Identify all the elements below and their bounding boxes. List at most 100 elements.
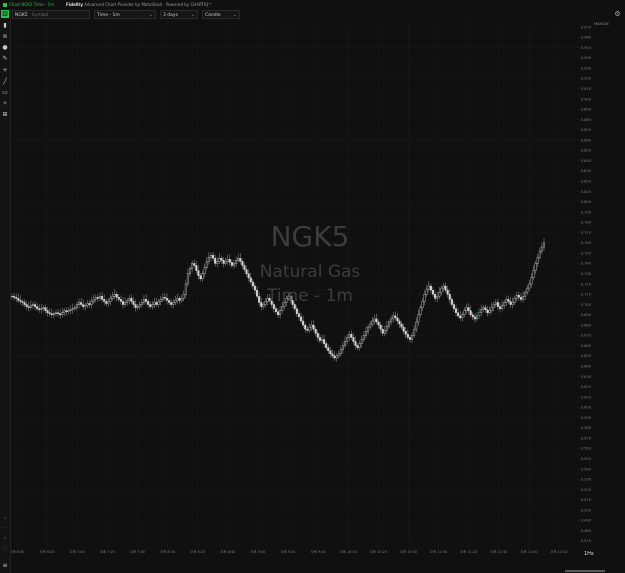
candle	[170, 302, 173, 305]
candle	[511, 302, 514, 305]
x-tick-label: 오후 9:20	[281, 549, 296, 554]
candle	[532, 270, 535, 279]
candle	[406, 334, 409, 338]
candle	[239, 258, 242, 262]
candle	[392, 315, 395, 320]
candle	[31, 304, 34, 306]
candle	[149, 304, 152, 307]
y-tick-label: 3.520	[581, 488, 592, 492]
home-icon[interactable]: ⌂	[1, 534, 9, 542]
candle	[13, 296, 16, 298]
magic-wand-icon[interactable]: ✎	[1, 55, 9, 63]
measure-icon[interactable]: ⊞	[1, 111, 9, 119]
menu-icon[interactable]: ≡	[1, 562, 9, 570]
bar-chart-icon[interactable]: ▮	[1, 22, 9, 30]
y-tick-label: 3.680	[581, 323, 592, 327]
candle	[178, 298, 181, 301]
y-tick-label: 3.590	[581, 416, 592, 420]
candle	[302, 320, 305, 326]
candle	[48, 312, 51, 314]
candle	[333, 355, 336, 359]
crosshair-icon[interactable]: +	[1, 67, 9, 75]
candle	[459, 315, 462, 319]
layers-icon[interactable]: ≋	[1, 33, 9, 41]
candle	[478, 312, 481, 317]
fib-icon[interactable]: ✧	[1, 100, 9, 108]
fullscreen-icon[interactable]: ▢	[1, 544, 9, 552]
candle	[138, 304, 141, 307]
chart-panel-icon[interactable]: ▥	[1, 10, 9, 18]
chart-grid	[11, 21, 583, 549]
zoom-in-icon[interactable]: +	[1, 514, 9, 522]
provider-desc: Advanced Chart Provider by MetaStock	[84, 2, 163, 7]
candle	[517, 295, 520, 298]
y-tick-label: 3.700	[581, 303, 592, 307]
candle	[153, 302, 156, 305]
time-axis: 오후 6:00 오후 6:20 오후 7:40 오후 7:20 오후 7:40 오후 8:…	[11, 549, 568, 554]
settings-gear-icon[interactable]: ⚙	[613, 10, 622, 19]
candle	[218, 258, 221, 262]
symbol-input[interactable]: NGK5 Symbol	[12, 10, 90, 19]
candle	[373, 318, 376, 322]
y-tick-label: 3.560	[581, 447, 592, 451]
candle	[465, 307, 468, 311]
trend-line-icon[interactable]: ╱	[1, 78, 9, 86]
candle	[367, 326, 370, 332]
candle	[488, 310, 491, 313]
candle	[427, 285, 430, 290]
candle	[279, 310, 282, 316]
candle	[358, 343, 361, 348]
range-select[interactable]: 3 days ⌄	[160, 10, 198, 19]
symbol-placeholder: Symbol	[31, 13, 49, 18]
candle	[346, 337, 349, 342]
candle	[103, 299, 106, 302]
candle	[174, 300, 177, 303]
candle	[356, 345, 359, 348]
candle	[310, 324, 313, 328]
chart-type-select[interactable]: Candle ⌄	[202, 10, 240, 19]
x-tick-label: 오후 9:00	[250, 549, 265, 554]
candle	[212, 254, 215, 259]
candle	[57, 312, 60, 314]
candle	[195, 265, 198, 271]
candle	[339, 349, 342, 355]
candle	[52, 313, 55, 316]
candle	[40, 308, 43, 310]
interval-select[interactable]: Time - 1m ⌄	[94, 10, 156, 19]
candle	[38, 308, 41, 310]
candle	[446, 289, 449, 295]
rectangle-icon[interactable]: ▭	[1, 89, 9, 97]
candle	[180, 298, 183, 301]
candle	[540, 246, 543, 252]
y-tick-label: 3.960	[581, 36, 592, 40]
powered-by: Powered by CHARTIQ™	[166, 2, 213, 7]
candle	[90, 301, 93, 305]
candle	[124, 302, 127, 305]
y-tick-label: 3.760	[581, 241, 592, 245]
drop-icon[interactable]: ●	[1, 44, 9, 52]
x-tick-label: 오후 9:40	[311, 549, 326, 554]
candle	[65, 310, 68, 312]
candle	[501, 305, 504, 309]
candle	[105, 301, 108, 304]
candle	[320, 339, 323, 341]
candle	[46, 310, 49, 313]
y-tick-label: 3.550	[581, 457, 592, 461]
candle	[450, 299, 453, 305]
candle	[318, 337, 321, 341]
y-tick-label: 3.510	[581, 498, 592, 502]
candle	[98, 296, 101, 299]
candle	[36, 306, 39, 309]
candle	[119, 299, 122, 302]
candle	[42, 307, 45, 309]
candle	[237, 258, 240, 261]
y-tick-label: 3.830	[581, 169, 592, 173]
candle	[25, 304, 28, 307]
candle	[467, 307, 470, 311]
candle	[341, 345, 344, 350]
zoom-out-icon[interactable]: −	[1, 524, 9, 532]
y-tick-label: 3.710	[581, 293, 592, 297]
candle	[130, 298, 133, 302]
candle	[61, 312, 64, 316]
horizontal-scrollbar[interactable]	[565, 570, 605, 572]
